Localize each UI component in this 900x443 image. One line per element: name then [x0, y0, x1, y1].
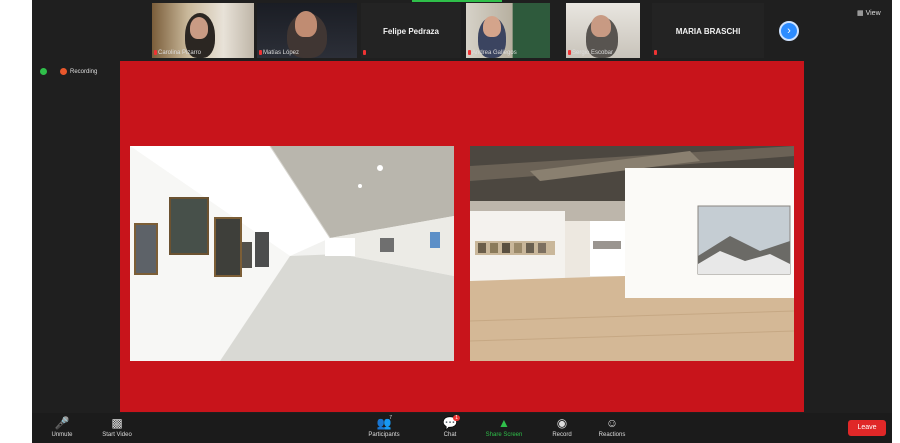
recording-dot-icon: [60, 68, 67, 75]
next-page-arrow-icon[interactable]: ›: [779, 21, 799, 41]
meeting-controls-bar: 🎤 Unmute ▩ Start Video 👥 7 Participants …: [32, 413, 892, 443]
microphone-icon: 🎤: [54, 416, 70, 430]
participants-button[interactable]: 👥 7 Participants: [354, 413, 414, 443]
participant-name: Matías López: [263, 50, 300, 56]
start-video-button[interactable]: ▩ Start Video: [87, 413, 147, 443]
chat-icon: 💬: [442, 416, 458, 430]
status-area: [40, 68, 47, 75]
share-screen-icon: ▲: [498, 416, 510, 430]
participant-name: Carolina Pizarro: [158, 50, 202, 56]
reactions-icon: ☺: [605, 416, 619, 430]
gallery-photo-left-image: [130, 146, 454, 361]
gallery-photo-right: [470, 146, 794, 361]
participant-face: [295, 11, 317, 37]
participant-tile[interactable]: Matías López: [257, 3, 357, 58]
participant-tile[interactable]: Sergio Escobar: [566, 3, 640, 58]
active-speaker-indicator: [412, 0, 502, 2]
participant-name: Andrea Gallegos: [472, 50, 517, 56]
chat-badge: 1: [453, 415, 460, 421]
participants-count: 7: [389, 415, 392, 421]
participants-label: Participants: [368, 432, 400, 438]
share-screen-button[interactable]: ▲ Share Screen: [474, 413, 534, 443]
reactions-label: Reactions: [598, 432, 626, 438]
unmute-button[interactable]: 🎤 Unmute: [32, 413, 92, 443]
screen-share-area: [120, 61, 804, 412]
grid-icon: ▦: [857, 10, 864, 17]
view-button[interactable]: ▦ View: [857, 9, 881, 17]
chat-button[interactable]: 💬 1 Chat: [420, 413, 480, 443]
participant-face: [591, 15, 611, 37]
participant-tile[interactable]: MARIA BRASCHI: [652, 3, 764, 58]
chat-label: Chat: [443, 432, 457, 438]
meeting-window: Carolina Pizarro Matías López Felipe Ped…: [32, 0, 892, 443]
view-button-label: View: [865, 10, 881, 17]
leave-meeting-button[interactable]: Leave: [848, 420, 886, 436]
participant-face: [483, 16, 501, 37]
participant-tile[interactable]: Felipe Pedraza: [361, 3, 461, 58]
participants-icon: 👥: [376, 416, 392, 430]
participant-tile[interactable]: Andrea Gallegos: [466, 3, 550, 58]
recording-indicator[interactable]: Recording: [60, 68, 97, 75]
muted-mic-icon: [568, 50, 571, 55]
participant-strip: Carolina Pizarro Matías López Felipe Ped…: [32, 0, 892, 58]
participant-face: [190, 17, 208, 39]
muted-mic-icon: [363, 50, 366, 55]
participant-name-display: MARIA BRASCHI: [675, 27, 741, 36]
gallery-photo-left: [130, 146, 454, 361]
video-camera-icon: ▩: [111, 416, 123, 430]
participant-tile[interactable]: Carolina Pizarro: [152, 3, 254, 58]
recording-label: Recording: [70, 68, 98, 75]
unmute-label: Unmute: [51, 432, 73, 438]
shield-icon[interactable]: [40, 68, 47, 75]
gallery-photo-right-image: [470, 146, 794, 361]
participant-name-display: Felipe Pedraza: [382, 27, 440, 36]
muted-mic-icon: [654, 50, 657, 55]
muted-mic-icon: [468, 50, 471, 55]
participant-name: Sergio Escobar: [572, 50, 614, 56]
muted-mic-icon: [154, 50, 157, 55]
start-video-label: Start Video: [102, 432, 132, 438]
share-screen-label: Share Screen: [485, 432, 523, 438]
muted-mic-icon: [259, 50, 262, 55]
reactions-button[interactable]: ☺ Reactions: [582, 413, 642, 443]
